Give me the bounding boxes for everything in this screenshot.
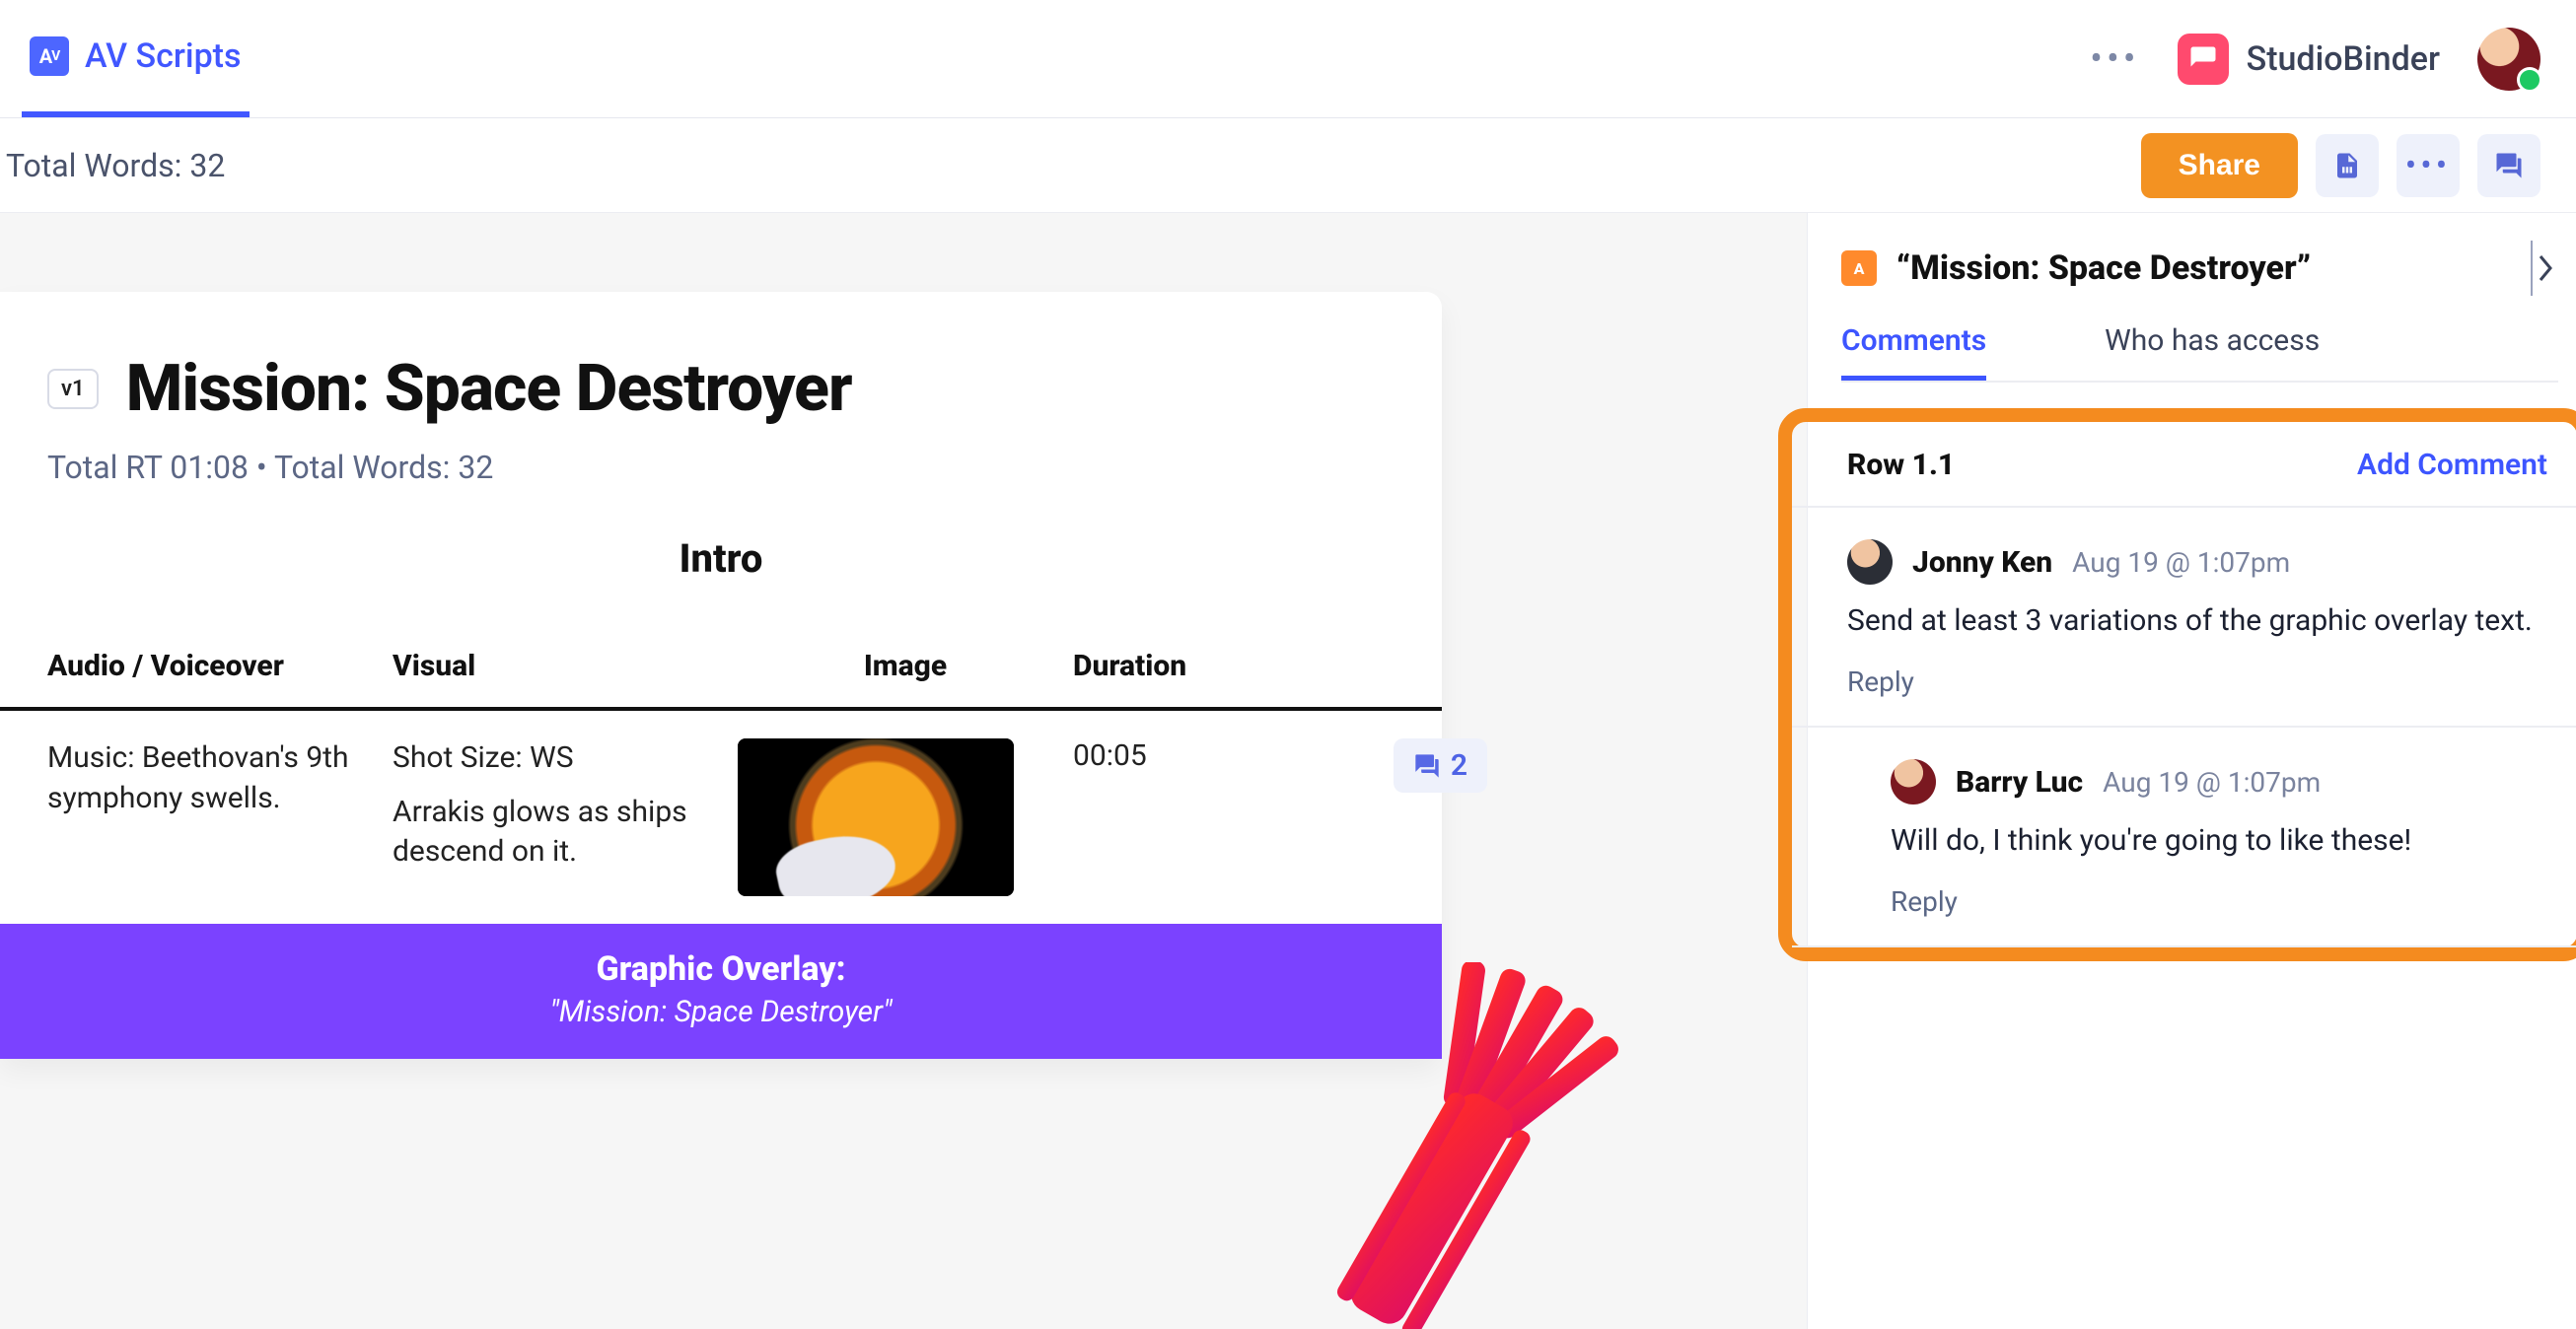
panel-title: “Mission: Space Destroyer” bbox=[1896, 248, 2311, 288]
toggle-comments-button[interactable] bbox=[2477, 134, 2540, 197]
audio-text: Music: Beethovan's 9th symphony swells. bbox=[47, 738, 393, 818]
overlay-label: Graphic Overlay: bbox=[0, 949, 1442, 989]
reply-link[interactable]: Reply bbox=[1847, 665, 2547, 698]
nav-more-icon[interactable]: ••• bbox=[2090, 37, 2139, 81]
document-pane: v1 Mission: Space Destroyer Total RT 01:… bbox=[0, 213, 1807, 1329]
row-comment-count: 2 bbox=[1451, 748, 1467, 783]
chevron-right-icon bbox=[2538, 254, 2553, 282]
table-row[interactable]: Music: Beethovan's 9th symphony swells. … bbox=[0, 711, 1442, 916]
col-visual: Visual bbox=[393, 649, 738, 683]
comment-timestamp: Aug 19 @ 1:07pm bbox=[2072, 546, 2290, 579]
top-nav: AV AV Scripts ••• StudioBinder bbox=[0, 0, 2576, 118]
toolbar: Total Words: 32 Share ••• bbox=[0, 118, 2576, 213]
comment-item: Barry Luc Aug 19 @ 1:07pm Will do, I thi… bbox=[1792, 728, 2576, 947]
total-words-label: Total Words: 32 bbox=[6, 147, 225, 184]
visual-line-1: Shot Size: WS bbox=[393, 738, 738, 779]
toolbar-more-button[interactable]: ••• bbox=[2397, 134, 2460, 197]
col-audio: Audio / Voiceover bbox=[47, 649, 393, 683]
table-header: Audio / Voiceover Visual Image Duration bbox=[0, 649, 1442, 711]
comment-thread-header: Row 1.1 Add Comment bbox=[1792, 422, 2576, 508]
graphic-overlay-bar[interactable]: Graphic Overlay: "Mission: Space Destroy… bbox=[0, 924, 1442, 1059]
overlay-value: "Mission: Space Destroyer" bbox=[0, 995, 1442, 1029]
pdf-icon bbox=[2332, 151, 2362, 180]
cell-image[interactable] bbox=[738, 738, 1073, 896]
visual-line-2: Arrakis glows as ships descend on it. bbox=[393, 793, 738, 873]
comments-panel: A “Mission: Space Destroyer” Comments Wh… bbox=[1807, 213, 2576, 1329]
comment-icon bbox=[1413, 752, 1441, 780]
row-label: Row 1.1 bbox=[1847, 448, 1955, 482]
col-duration: Duration bbox=[1073, 649, 1310, 683]
tab-av-scripts[interactable]: AV AV Scripts bbox=[22, 1, 250, 117]
comment-timestamp: Aug 19 @ 1:07pm bbox=[2103, 766, 2321, 799]
av-scripts-icon: AV bbox=[30, 36, 69, 76]
row-thumbnail[interactable] bbox=[738, 738, 1014, 896]
comment-author: Jonny Ken bbox=[1912, 545, 2052, 580]
cell-duration[interactable]: 00:05 bbox=[1073, 738, 1310, 773]
cell-visual[interactable]: Shot Size: WS Arrakis glows as ships des… bbox=[393, 738, 738, 886]
reply-link[interactable]: Reply bbox=[1891, 885, 2547, 918]
panel-tabs: Comments Who has access bbox=[1841, 323, 2558, 383]
comment-body: Send at least 3 variations of the graphi… bbox=[1847, 600, 2547, 642]
document-subtitle: Total RT 01:08 • Total Words: 32 bbox=[47, 449, 1395, 486]
cell-audio[interactable]: Music: Beethovan's 9th symphony swells. bbox=[47, 738, 393, 832]
page-title: Mission: Space Destroyer bbox=[126, 351, 852, 427]
tab-who-has-access[interactable]: Who has access bbox=[2105, 323, 2320, 381]
comment-author: Barry Luc bbox=[1956, 765, 2083, 800]
comment-panel-icon bbox=[2494, 151, 2524, 180]
brand-name: StudioBinder bbox=[2247, 39, 2440, 79]
comment-avatar bbox=[1847, 539, 1893, 585]
document-card: v1 Mission: Space Destroyer Total RT 01:… bbox=[0, 292, 1442, 1059]
tab-label: AV Scripts bbox=[85, 36, 242, 76]
comments-highlight-box: Row 1.1 Add Comment Jonny Ken Aug 19 @ 1… bbox=[1778, 408, 2576, 961]
panel-av-icon: A bbox=[1841, 250, 1877, 286]
section-title: Intro bbox=[0, 535, 1442, 582]
row-comment-badge[interactable]: 2 bbox=[1394, 738, 1487, 793]
collapse-panel-button[interactable] bbox=[2531, 241, 2558, 296]
version-chip[interactable]: v1 bbox=[47, 369, 99, 409]
share-button[interactable]: Share bbox=[2141, 133, 2298, 198]
brand[interactable]: StudioBinder bbox=[2178, 34, 2440, 85]
comment-item: Jonny Ken Aug 19 @ 1:07pm Send at least … bbox=[1792, 508, 2576, 728]
export-pdf-button[interactable] bbox=[2316, 134, 2379, 197]
comment-body: Will do, I think you're going to like th… bbox=[1891, 820, 2547, 862]
comment-avatar bbox=[1891, 759, 1936, 804]
brand-badge-icon bbox=[2178, 34, 2229, 85]
add-comment-link[interactable]: Add Comment bbox=[2357, 448, 2547, 482]
col-image: Image bbox=[738, 649, 1073, 683]
tab-comments[interactable]: Comments bbox=[1841, 323, 1986, 381]
user-avatar[interactable] bbox=[2477, 28, 2540, 91]
